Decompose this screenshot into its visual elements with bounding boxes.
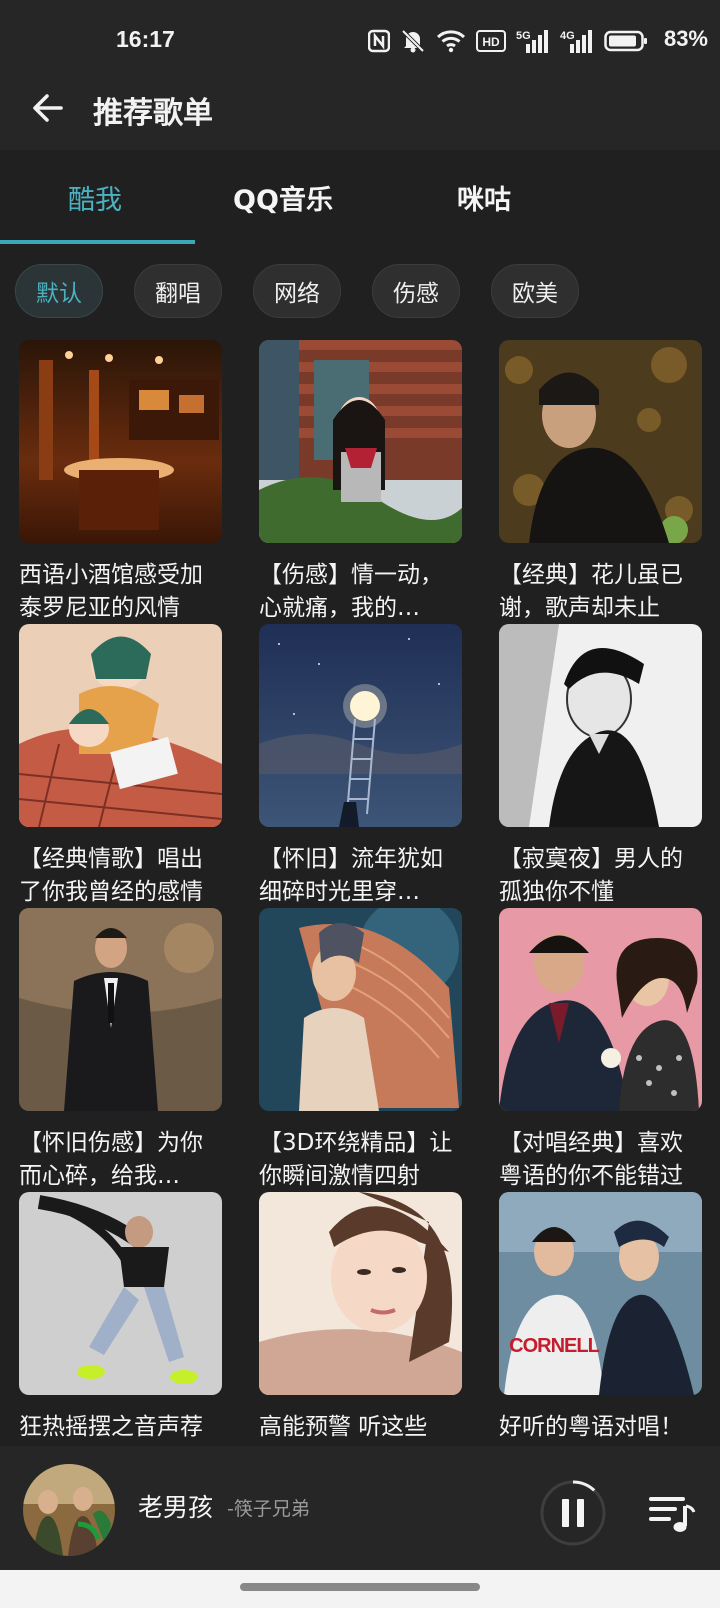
arrow-left-icon [33,94,63,122]
playlist-cover-image [259,1192,462,1395]
chip-western[interactable]: 欧美 [491,264,579,318]
playlist-title: 【3D环绕精品】让你瞬间激情四射 [259,1130,453,1189]
playlist-card[interactable]: 【3D环绕精品】让你瞬间激情四射 [259,908,462,1193]
page-title: 推荐歌单 [93,96,213,131]
playlist-card[interactable]: CORNELL 好听的粤语对唱！ [499,1192,702,1446]
signal-5g-label: 5G [516,30,531,42]
mini-player[interactable]: 老男孩 -筷子兄弟 [0,1446,720,1570]
chip-sad[interactable]: 伤感 [372,264,460,318]
playlist-title: 高能预警 听这些 [259,1414,428,1440]
playlist-cover-image [259,624,462,827]
svg-text:CORNELL: CORNELL [509,1335,599,1357]
playlist-title: 【经典】花儿虽已谢，歌声却未止 [499,562,683,621]
tab-active-indicator [0,240,195,244]
playlist-cover-image [19,624,222,827]
signal-5g-icon: 5G [516,30,548,53]
status-bar: 16:17 HD 5G 4G 83% [0,0,720,82]
playlist-title: 【怀旧伤感】为你而心碎，给我… [19,1130,203,1189]
playlist-cover-image [499,624,702,827]
playlist-card[interactable]: 【怀旧】流年犹如细碎时光里穿… [259,624,462,909]
source-tabs: 酷我 QQ音乐 咪咕 [0,150,720,246]
playlist-title: 狂热摇摆之音声荐 [19,1414,203,1440]
playlist-card[interactable]: 西语小酒馆感受加泰罗尼亚的风情 [19,340,222,625]
playlist-card[interactable]: 【经典情歌】唱出了你我曾经的感情 [19,624,222,909]
tab-qq-music[interactable]: QQ音乐 [203,178,363,217]
playlist-cover-image [259,908,462,1111]
playlist-title: 【寂寞夜】男人的孤独你不懂 [499,846,683,905]
playlist-card[interactable]: 【伤感】情一动，心就痛，我的… [259,340,462,625]
playlist-icon [649,1497,696,1532]
playlist-card[interactable]: 【寂寞夜】男人的孤独你不懂 [499,624,702,909]
playback-progress-arc [572,1480,596,1492]
playlist-grid: 西语小酒馆感受加泰罗尼亚的风情 【伤感】情一动，心就痛，我的… 【经典】花儿虽已… [0,330,720,1446]
back-button[interactable] [26,86,70,130]
playlist-cover-image [499,340,702,543]
playlist-title: 【怀旧】流年犹如细碎时光里穿… [259,846,443,905]
now-playing-album-art[interactable] [23,1464,115,1556]
play-pause-button[interactable] [538,1478,608,1548]
mute-icon [401,29,425,53]
playlist-card[interactable]: 狂热摇摆之音声荐 [19,1192,222,1446]
status-icons: HD 5G 4G [368,26,648,56]
playlist-card[interactable]: 【怀旧伤感】为你而心碎，给我… [19,908,222,1193]
nfc-icon [368,29,390,53]
hd-icon: HD [476,30,506,52]
playlist-card[interactable]: 高能预警 听这些 [259,1192,462,1446]
chip-cover[interactable]: 翻唱 [134,264,222,318]
category-chips: 默认 翻唱 网络 伤感 欧美 [0,246,720,330]
tab-kuwo[interactable]: 酷我 [15,178,175,217]
wifi-icon [436,30,466,53]
tab-migu[interactable]: 咪咕 [404,178,564,217]
playlist-queue-button[interactable] [645,1486,697,1538]
playlist-cover-image: CORNELL [499,1192,702,1395]
pause-icon [540,1480,606,1546]
hd-label: HD [482,35,500,49]
playlist-title: 好听的粤语对唱！ [499,1414,683,1440]
now-playing-title: 老男孩 [138,1493,214,1522]
home-indicator[interactable] [240,1583,480,1591]
playlist-cover-image [19,1192,222,1395]
playlist-card[interactable]: 【经典】花儿虽已谢，歌声却未止 [499,340,702,625]
chip-internet[interactable]: 网络 [253,264,341,318]
playlist-card[interactable]: 【对唱经典】喜欢粤语的你不能错过 [499,908,702,1193]
battery-percent: 83% [663,26,708,51]
playlist-cover-image [499,908,702,1111]
playlist-title: 【对唱经典】喜欢粤语的你不能错过 [499,1130,683,1189]
system-nav-bar [0,1570,720,1608]
signal-4g-label: 4G [560,30,575,42]
playlist-cover-image [19,340,222,543]
status-time: 16:17 [116,26,175,52]
playlist-cover-image [259,340,462,543]
chip-default[interactable]: 默认 [15,264,103,318]
playlist-title: 【伤感】情一动，心就痛，我的… [259,562,443,621]
playlist-title: 【经典情歌】唱出了你我曾经的感情 [19,846,203,905]
signal-4g-icon: 4G [560,30,592,53]
playlist-cover-image [19,908,222,1111]
playlist-title: 西语小酒馆感受加泰罗尼亚的风情 [19,562,203,621]
app-header: 推荐歌单 [0,82,720,148]
now-playing-artist: -筷子兄弟 [227,1498,310,1520]
battery-icon [604,30,647,52]
